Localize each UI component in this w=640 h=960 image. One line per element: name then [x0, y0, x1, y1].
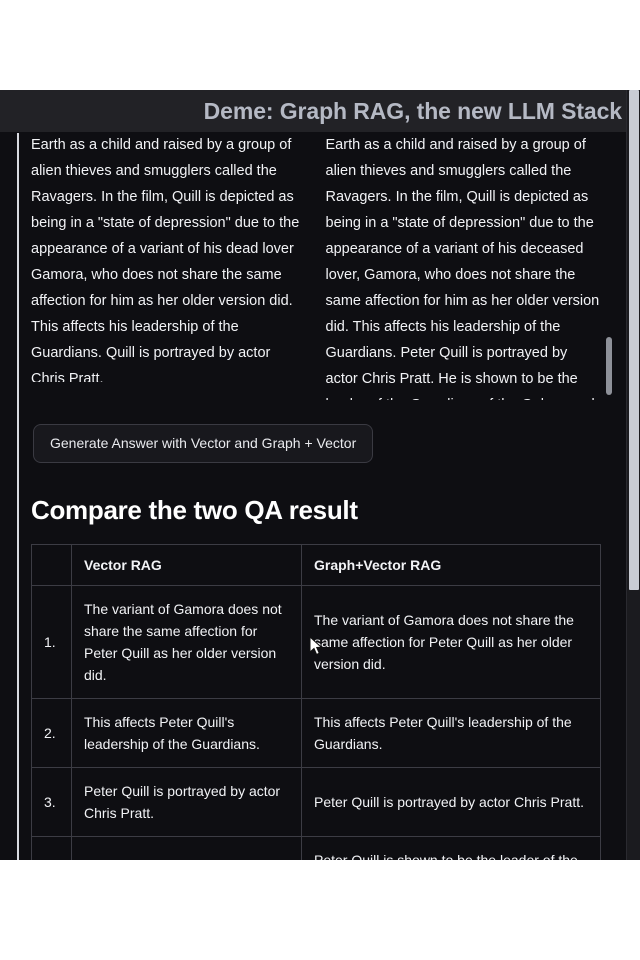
- graph-vector-rag-answer-text: Earth as a child and raised by a group o…: [325, 137, 600, 400]
- app-window: Deme: Graph RAG, the new LLM Stack Earth…: [0, 90, 640, 860]
- generate-answer-button[interactable]: Generate Answer with Vector and Graph + …: [33, 424, 374, 463]
- compare-table-wrapper: Vector RAG Graph+Vector RAG 1. The varian…: [19, 526, 614, 860]
- table-row: 2. This affects Peter Quill's leadership …: [31, 698, 601, 768]
- row-index-cell: 3.: [31, 767, 72, 837]
- table-row: 4.-Peter Quill is shown to be the leader…: [31, 836, 601, 860]
- scrollable-content: Earth as a child and raised by a group o…: [19, 132, 614, 860]
- vector-rag-cell: Peter Quill is portrayed by actor Chris …: [71, 767, 302, 837]
- graph-vector-rag-cell: Peter Quill is portrayed by actor Chris …: [301, 767, 601, 837]
- table-row: 3. Peter Quill is portrayed by actor Chri…: [31, 767, 601, 837]
- column-header-index: [31, 544, 72, 586]
- graph-vector-rag-cell: This affects Peter Quill's leadership of…: [301, 698, 601, 768]
- compare-heading: Compare the two QA result: [31, 495, 358, 525]
- page-scrollbar-thumb[interactable]: [629, 90, 639, 590]
- answer-pane-scrollbar-thumb[interactable]: [606, 337, 612, 395]
- vector-rag-cell: -: [71, 836, 302, 860]
- compare-table-body: 1. The variant of Gamora does not share t…: [31, 585, 601, 860]
- compare-table: Vector RAG Graph+Vector RAG 1. The varian…: [31, 544, 601, 860]
- page-scrollbar-track[interactable]: [626, 90, 640, 860]
- table-row: 1. The variant of Gamora does not share t…: [31, 585, 601, 699]
- column-header-vector: Vector RAG: [71, 544, 302, 586]
- graph-vector-rag-cell: The variant of Gamora does not share the…: [301, 585, 601, 699]
- graph-vector-rag-answer-pane[interactable]: Earth as a child and raised by a group o…: [326, 132, 601, 400]
- row-index-cell: 4.: [31, 836, 72, 860]
- vector-rag-answer-text: Earth as a child and raised by a group o…: [31, 137, 300, 382]
- vector-rag-cell: The variant of Gamora does not share the…: [71, 585, 302, 699]
- page-title: Deme: Graph RAG, the new LLM Stack: [203, 97, 622, 124]
- vector-rag-answer-pane[interactable]: Earth as a child and raised by a group o…: [31, 132, 306, 382]
- generate-row: Generate Answer with Vector and Graph + …: [19, 402, 614, 463]
- answers-row: Earth as a child and raised by a group o…: [19, 132, 614, 402]
- column-header-graph-vector: Graph+Vector RAG: [301, 544, 601, 586]
- table-header-row: Vector RAG Graph+Vector RAG: [31, 544, 601, 586]
- vector-rag-cell: This affects Peter Quill's leadership of…: [71, 698, 302, 768]
- title-bar: Deme: Graph RAG, the new LLM Stack: [0, 90, 626, 132]
- row-index-cell: 1.: [31, 585, 72, 699]
- row-index-cell: 2.: [31, 698, 72, 768]
- graph-vector-rag-cell: Peter Quill is shown to be the leader of…: [301, 836, 601, 860]
